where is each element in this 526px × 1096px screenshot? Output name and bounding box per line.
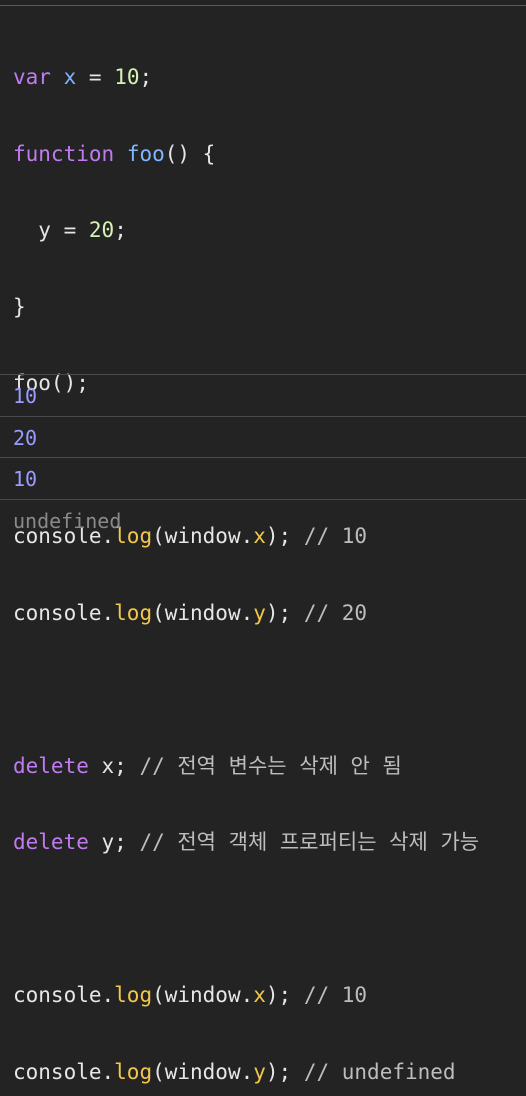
log-args-open: (window.: [152, 983, 254, 1007]
console-object: console.: [13, 983, 115, 1007]
code-comment: // 10: [303, 983, 368, 1007]
keyword-function: function: [13, 141, 115, 166]
number-literal: 10: [114, 65, 140, 89]
console-output-row: 10: [0, 457, 526, 499]
code-line-y-assign: y = 20;: [13, 218, 479, 244]
code-line-log-window-y-2: console.log(window.y); // undefined: [13, 1060, 479, 1086]
console-output-row: undefined: [0, 498, 526, 541]
keyword-delete: delete: [13, 753, 89, 778]
number-literal: 20: [88, 218, 115, 242]
log-args-close: );: [265, 600, 304, 625]
console-output-value: undefined: [13, 508, 122, 533]
semicolon: ;: [114, 218, 127, 242]
code-comment: // 20: [303, 600, 368, 625]
function-params: () {: [164, 141, 216, 166]
identifier-y: y: [38, 218, 51, 242]
assign-operator: =: [76, 65, 115, 89]
identifier-x: x: [63, 65, 77, 89]
log-method: log: [114, 600, 153, 625]
editor-top-border: [0, 5, 526, 6]
code-comment: // 전역 객체 프로퍼티는 삭제 가능: [139, 830, 480, 854]
semicolon: ;: [139, 65, 153, 89]
code-line-log-window-y: console.log(window.y); // 20: [13, 601, 479, 627]
code-comment: // 전역 변수는 삭제 안 됨: [139, 753, 402, 778]
property-y: y: [253, 600, 266, 625]
code-line-function-foo: function foo() {: [13, 142, 479, 168]
keyword-delete: delete: [13, 830, 89, 854]
function-name-foo: foo: [126, 141, 165, 166]
console-output-panel: 10 20 10 undefined: [0, 374, 526, 540]
log-args-close: );: [265, 983, 304, 1007]
keyword-var: var: [13, 65, 51, 89]
console-output-row: 10: [0, 374, 526, 416]
delete-target: x;: [88, 753, 140, 778]
code-line-close-brace: }: [13, 294, 26, 319]
log-args-open: (window.: [152, 600, 254, 625]
code-line-delete-x: delete x; // 전역 변수는 삭제 안 됨: [13, 754, 479, 780]
code-line-log-window-x-2: console.log(window.x); // 10: [13, 983, 479, 1009]
code-editor[interactable]: var x = 10; function foo() { y = 20; } f…: [13, 14, 479, 1096]
code-line-var-x: var x = 10;: [13, 65, 479, 91]
property-y: y: [253, 1059, 266, 1084]
console-object: console.: [13, 1059, 115, 1084]
console-output-value: 10: [13, 467, 38, 491]
log-method: log: [114, 983, 153, 1007]
console-output-value: 10: [13, 384, 38, 408]
log-args-close: );: [265, 1059, 304, 1084]
console-object: console.: [13, 600, 115, 625]
code-comment: // undefined: [303, 1059, 456, 1084]
log-args-open: (window.: [152, 1059, 254, 1084]
code-line-delete-y: delete y; // 전역 객체 프로퍼티는 삭제 가능: [13, 830, 479, 856]
property-x: x: [253, 983, 266, 1007]
delete-target: y;: [88, 830, 140, 854]
log-method: log: [114, 1059, 153, 1084]
assign-operator: =: [50, 218, 89, 242]
console-output-value: 20: [13, 425, 38, 450]
console-output-row: 20: [0, 415, 526, 458]
